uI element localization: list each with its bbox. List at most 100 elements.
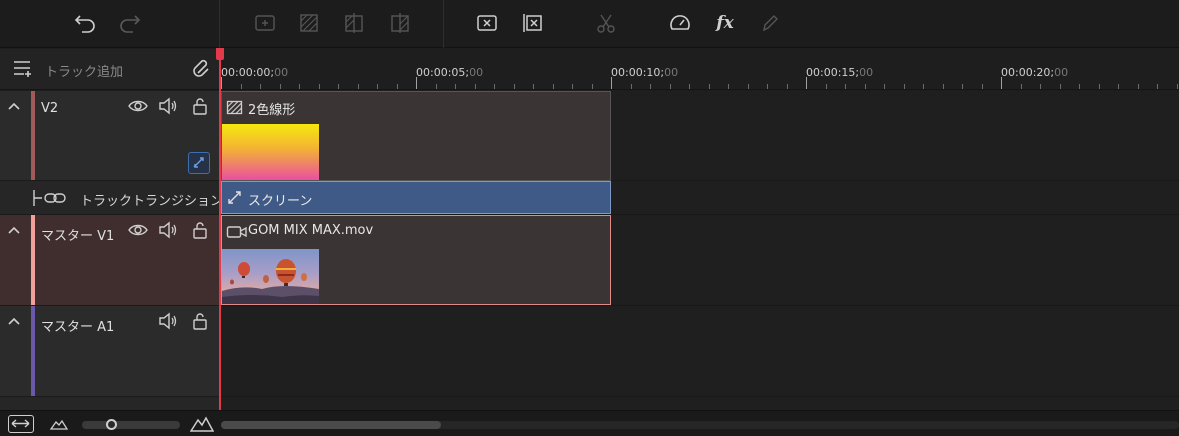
zoom-slider-knob[interactable] <box>106 419 118 430</box>
hatched-box-icon <box>226 100 243 115</box>
clip-thumbnail <box>222 124 319 180</box>
delete-gap-icon <box>523 14 542 32</box>
toolbar-separator <box>443 0 444 48</box>
ruler-minor-tick <box>1176 84 1178 89</box>
clip-video[interactable]: GOM MIX MAX.mov <box>221 215 611 305</box>
timeline-ruler[interactable]: 00:00:00;00 00:00:05;00 00:00:10;00 00:00:1… <box>219 49 1179 90</box>
ruler-time-frames: 00 <box>664 66 679 79</box>
chevron-up-icon[interactable] <box>7 315 21 327</box>
ruler-time-frames: 00 <box>859 66 874 79</box>
add-track-label[interactable]: トラック追加 <box>45 61 123 80</box>
ruler-minor-tick <box>338 84 339 89</box>
clip-title: GOM MIX MAX.mov <box>248 223 374 238</box>
playhead-line[interactable] <box>219 55 221 410</box>
delete-gap-button[interactable] <box>516 8 548 38</box>
redo-button[interactable] <box>113 8 145 38</box>
horizontal-scrollbar[interactable] <box>221 421 1179 429</box>
paperclip-icon[interactable] <box>191 58 213 80</box>
zoom-slider[interactable] <box>82 419 180 430</box>
zoom-in-mountain-icon[interactable] <box>190 414 214 434</box>
speedometer-icon <box>670 15 690 30</box>
speaker-icon[interactable] <box>158 97 178 115</box>
unlock-icon[interactable] <box>192 221 208 239</box>
transition-button[interactable] <box>293 8 325 38</box>
clip-title: スクリーン <box>248 194 313 209</box>
ruler-time-main: 00:00:05; <box>416 66 470 79</box>
transition-icon <box>193 157 204 168</box>
speed-button[interactable] <box>664 8 696 38</box>
ruler-time-frames: 00 <box>1054 66 1069 79</box>
split-left-button[interactable] <box>338 8 370 38</box>
pencil-icon <box>763 15 778 32</box>
edit-button[interactable] <box>754 8 786 38</box>
track-color-stripe <box>31 215 35 305</box>
ruler-minor-tick <box>260 84 261 89</box>
transition-toggle-button[interactable] <box>188 152 210 174</box>
hatched-box-icon <box>300 14 318 32</box>
fit-to-window-button[interactable] <box>8 415 34 433</box>
ruler-minor-tick <box>1059 84 1061 89</box>
ruler-minor-tick <box>786 84 788 89</box>
delete-button[interactable] <box>471 8 503 38</box>
ruler-time-label: 00:00:05;00 <box>416 66 483 79</box>
cut-button[interactable] <box>590 8 622 38</box>
clip-screen-transition[interactable]: スクリーン <box>221 181 611 214</box>
track-name: マスター A1 <box>41 320 115 335</box>
timeline-row-master-a1[interactable] <box>219 306 1179 397</box>
delete-box-icon <box>477 15 497 31</box>
ruler-minor-tick <box>1157 84 1158 89</box>
ruler-minor-tick <box>845 84 846 89</box>
track-list-filler <box>0 397 219 410</box>
ruler-minor-tick <box>591 84 593 89</box>
ruler-time-main: 00:00:00; <box>221 66 275 79</box>
ruler-minor-tick <box>1137 84 1139 89</box>
chevron-up-icon[interactable] <box>7 100 21 112</box>
track-color-stripe <box>31 306 35 396</box>
track-header-v2[interactable]: V2 <box>0 91 219 181</box>
ruler-minor-tick <box>299 84 300 89</box>
effects-button[interactable]: fx <box>709 8 741 38</box>
ruler-minor-tick <box>494 84 495 89</box>
track-header-master-v1[interactable]: マスター V1 <box>0 215 219 306</box>
unlock-icon[interactable] <box>192 97 208 115</box>
track-name: トラックトランジション <box>80 194 224 209</box>
ruler-time-frames: 00 <box>469 66 484 79</box>
ruler-time-frames: 00 <box>274 66 289 79</box>
speaker-icon[interactable] <box>158 221 178 239</box>
link-icon[interactable] <box>30 189 72 207</box>
ruler-minor-tick <box>513 84 515 89</box>
scissors-icon <box>597 14 615 33</box>
scrollbar-thumb[interactable] <box>221 421 442 429</box>
clip-two-color-gradient[interactable]: 2色線形 <box>221 91 611 181</box>
zoom-out-mountain-icon[interactable] <box>50 417 68 431</box>
ruler-minor-tick <box>884 84 885 89</box>
ruler-minor-tick <box>728 84 729 89</box>
ruler-minor-tick <box>240 84 242 89</box>
ruler-minor-tick <box>377 84 378 89</box>
track-header-master-a1[interactable]: マスター A1 <box>0 306 219 397</box>
eye-icon[interactable] <box>128 221 148 239</box>
chevron-up-icon[interactable] <box>7 224 21 236</box>
redo-icon <box>120 15 141 33</box>
ruler-minor-tick <box>455 84 456 89</box>
clip-thumbnail <box>222 249 319 304</box>
ruler-minor-tick <box>533 84 534 89</box>
bottom-bar <box>0 410 1179 436</box>
add-track-icon[interactable] <box>12 58 34 78</box>
add-media-button[interactable] <box>249 8 281 38</box>
undo-icon <box>74 15 95 33</box>
speaker-icon[interactable] <box>158 312 178 330</box>
ruler-minor-tick <box>318 84 320 89</box>
ruler-minor-tick <box>1079 84 1080 89</box>
unlock-icon[interactable] <box>192 312 208 330</box>
split-right-button[interactable] <box>384 8 416 38</box>
ruler-minor-tick <box>396 84 398 89</box>
undo-button[interactable] <box>70 8 102 38</box>
ruler-minor-tick <box>1040 84 1041 89</box>
ruler-minor-tick <box>552 84 554 89</box>
track-header-transition[interactable]: トラックトランジション <box>0 181 223 215</box>
ruler-minor-tick <box>903 84 905 89</box>
ruler-minor-tick <box>962 84 963 89</box>
add-box-icon <box>255 15 275 31</box>
eye-icon[interactable] <box>128 97 148 115</box>
